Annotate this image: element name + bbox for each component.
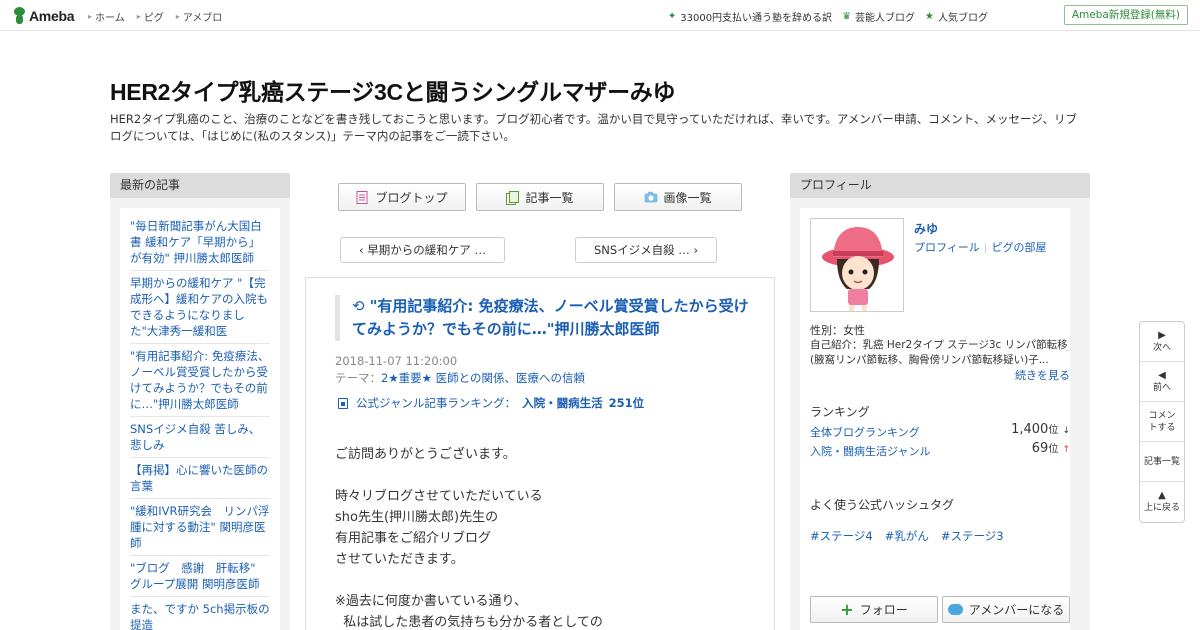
ameba-logo[interactable]: Ameba bbox=[12, 7, 74, 24]
latest-articles-sidebar: 最新の記事 "毎日新聞記事がん大国白書 緩和ケア「早期から」が有効" 押川勝太郎… bbox=[110, 173, 290, 630]
profile-name[interactable]: みゆ bbox=[914, 220, 938, 237]
blog-description: HER2タイプ乳癌のこと、治療のことなどを書き残しておこうと思います。ブログ初心… bbox=[110, 112, 1077, 143]
nav-ameblo-link[interactable]: ▸ アメブロ bbox=[176, 9, 223, 24]
overall-ranking-value: 1,400位 ↓ bbox=[1011, 422, 1070, 437]
latest-article-link[interactable]: SNSイジメ自殺 苦しみ、悲しみ bbox=[130, 421, 270, 458]
rank-down-icon: ↓ bbox=[1062, 426, 1070, 436]
hashtag-link[interactable]: #ステージ3 bbox=[941, 528, 1004, 544]
nav-pig-link[interactable]: ▸ ピグ bbox=[137, 9, 164, 24]
previous-article-button[interactable]: ‹ 早期からの緩和ケア … bbox=[340, 237, 505, 263]
article: ⟲ "有用記事紹介: 免疫療法、ノーベル賞受賞したから受けてみようか？でもその前に… bbox=[305, 277, 775, 630]
next-article-button[interactable]: SNSイジメ自殺 … › bbox=[575, 237, 717, 263]
float-next-button[interactable]: ▶ 次へ bbox=[1140, 322, 1184, 362]
profile-link[interactable]: プロフィール bbox=[914, 241, 980, 254]
top-nav: ▸ ホーム ▸ ピグ ▸ アメブロ bbox=[88, 9, 234, 24]
global-header: Ameba ▸ ホーム ▸ ピグ ▸ アメブロ ✦ 33000円支払い通う塾を辞める訳 … bbox=[0, 0, 1200, 31]
blog-nav-buttons: ブログトップ 記事一覧 画像一覧 bbox=[338, 183, 752, 211]
logo-text: Ameba bbox=[29, 7, 75, 24]
profile-intro: 自己紹介：乳癌 Her2タイプ ステージ3c リンパ節転移 (腋窩リンパ節転移、… bbox=[810, 339, 1068, 366]
speech-bubble-icon bbox=[947, 604, 963, 615]
article-list-icon bbox=[506, 190, 520, 205]
article-theme: テーマ：2★重要★ 医師との関係、医療への信頼 bbox=[335, 371, 585, 385]
overall-ranking-link[interactable]: 全体ブログランキング bbox=[810, 426, 920, 439]
crown-icon: ♛ bbox=[842, 11, 852, 22]
prev-triangle-icon: ◀ bbox=[1158, 369, 1166, 381]
ranking-heading: ランキング bbox=[810, 405, 870, 419]
genre-ranking[interactable]: 公式ジャンル記事ランキング： 入院・闘病生活 251位 bbox=[338, 395, 644, 411]
floating-nav: ▶ 次へ ◀ 前へ コメントする 記事一覧 ▲ 上に戻る bbox=[1139, 321, 1185, 523]
blog-top-icon bbox=[356, 190, 368, 204]
article-date: 2018-11-07 11:20:00 bbox=[335, 354, 458, 368]
blog-title[interactable]: HER2タイプ乳癌ステージ3Cと闘うシングルマザーみゆ bbox=[110, 73, 676, 107]
avatar[interactable] bbox=[810, 218, 904, 312]
popular-blog-link[interactable]: ★ 人気ブログ bbox=[925, 9, 988, 24]
image-list-button[interactable]: 画像一覧 bbox=[614, 183, 742, 211]
star-icon: ★ bbox=[925, 11, 934, 22]
hashtag-heading: よく使う公式ハッシュタグ bbox=[810, 498, 955, 512]
ranking-icon bbox=[338, 397, 348, 409]
profile-heading: プロフィール bbox=[790, 173, 1090, 198]
next-triangle-icon: ▶ bbox=[1158, 329, 1166, 341]
follow-button[interactable]: + フォロー bbox=[810, 596, 938, 623]
latest-article-link[interactable]: 早期からの緩和ケア "【完成形へ】緩和ケアの入院もできるようになりました"大津秀… bbox=[130, 275, 270, 344]
latest-article-link[interactable]: "毎日新聞記事がん大国白書 緩和ケア「早期から」が有効" 押川勝太郎医師 bbox=[130, 218, 270, 271]
register-button[interactable]: Ameba新規登録(無料) bbox=[1063, 5, 1188, 25]
latest-article-link[interactable]: また、ですか 5ch掲示板の提造 bbox=[130, 601, 270, 630]
link-separator: | bbox=[983, 241, 988, 254]
blog-top-button[interactable]: ブログトップ bbox=[338, 183, 466, 211]
article-title[interactable]: ⟲ "有用記事紹介: 免疫療法、ノーベル賞受賞したから受けてみようか？でもその前に… bbox=[335, 295, 750, 341]
chevron-right-icon: ▸ bbox=[136, 12, 141, 21]
up-triangle-icon: ▲ bbox=[1158, 490, 1166, 501]
hashtag-link[interactable]: #乳がん bbox=[885, 528, 929, 544]
latest-article-link[interactable]: 【再掲】心に響いた医師の言葉 bbox=[130, 462, 270, 499]
latest-article-link[interactable]: "緩和IVR研究会 リンパ浮腫に対する動注" 関明彦医師 bbox=[130, 503, 270, 556]
float-comment-button[interactable]: コメントする bbox=[1140, 402, 1184, 442]
rank-up-icon: ↑ bbox=[1062, 445, 1070, 455]
latest-articles-list: "毎日新聞記事がん大国白書 緩和ケア「早期から」が有効" 押川勝太郎医師 早期か… bbox=[120, 208, 280, 630]
article-body: ご訪問ありがとうございます。 時々リブログさせていただいている sho先生(押川… bbox=[335, 447, 603, 630]
camera-icon bbox=[644, 191, 658, 204]
hashtag-list: #ステージ4 #乳がん #ステージ3 bbox=[810, 528, 1016, 544]
celebrity-blog-link[interactable]: ♛ 芸能人ブログ bbox=[842, 9, 915, 24]
profile-gender: 性別：女性 bbox=[810, 324, 865, 337]
latest-article-link[interactable]: "有用記事紹介: 免疫療法、ノーベル賞受賞したから受けてみようか？でもその前に…… bbox=[130, 348, 270, 417]
latest-article-link[interactable]: "ブログ 感謝 肝転移" グループ展開 関明彦医師 bbox=[130, 560, 270, 597]
chevron-right-icon: ▸ bbox=[88, 12, 93, 21]
genre-ranking-value: 69位 ↑ bbox=[1031, 441, 1070, 456]
ameba-logo-icon bbox=[12, 7, 27, 24]
theme-link[interactable]: 2★重要★ 医師との関係、医療への信頼 bbox=[381, 371, 585, 385]
profile-links: プロフィール | ピグの部屋 bbox=[914, 239, 1047, 255]
top-right-links: ✦ 33000円支払い通う塾を辞める訳 ♛ 芸能人ブログ ★ 人気ブログ bbox=[658, 9, 988, 24]
reblog-icon: ⟲ bbox=[352, 297, 365, 315]
profile-sidebar: プロフィール みゆ プロフィール | ピグの部屋 性別：女性 自己紹介：乳癌 Her… bbox=[790, 173, 1090, 630]
profile-box: みゆ プロフィール | ピグの部屋 性別：女性 自己紹介：乳癌 Her2タイプ ステ… bbox=[800, 208, 1070, 630]
featured-article-link[interactable]: ✦ 33000円支払い通う塾を辞める訳 bbox=[668, 9, 832, 24]
latest-articles-heading: 最新の記事 bbox=[110, 173, 290, 198]
amember-button[interactable]: アメンバーになる bbox=[942, 596, 1070, 623]
genre-ranking-link[interactable]: 入院・闘病生活ジャンル bbox=[810, 445, 930, 458]
float-prev-button[interactable]: ◀ 前へ bbox=[1140, 362, 1184, 402]
float-top-button[interactable]: ▲ 上に戻る bbox=[1140, 482, 1184, 522]
float-article-list-button[interactable]: 記事一覧 bbox=[1140, 442, 1184, 482]
chevron-right-icon: ▸ bbox=[175, 12, 180, 21]
read-more-link[interactable]: 続きを見る bbox=[1015, 367, 1070, 383]
plus-icon: + bbox=[840, 600, 854, 619]
sparkle-icon: ✦ bbox=[667, 11, 677, 22]
pig-room-link[interactable]: ピグの部屋 bbox=[992, 241, 1047, 254]
article-list-button[interactable]: 記事一覧 bbox=[476, 183, 604, 211]
hashtag-link[interactable]: #ステージ4 bbox=[810, 528, 873, 544]
overall-ranking: 全体ブログランキング 1,400位 ↓ bbox=[810, 422, 1072, 440]
genre-ranking-row: 入院・闘病生活ジャンル 69位 ↑ bbox=[810, 441, 1072, 459]
nav-home-link[interactable]: ▸ ホーム bbox=[88, 9, 125, 24]
